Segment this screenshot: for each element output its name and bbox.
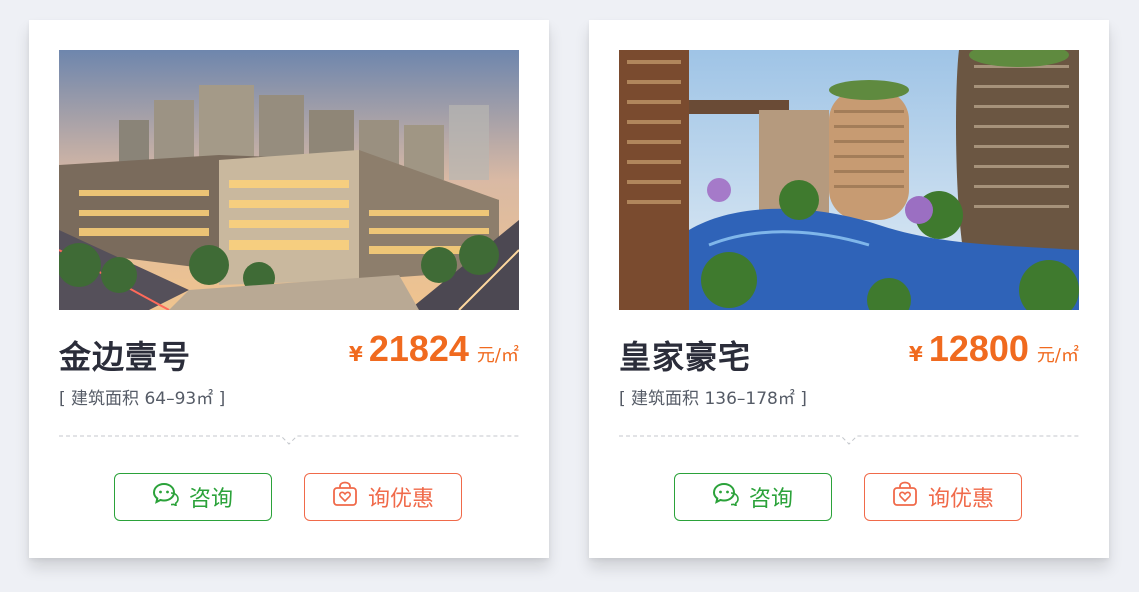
wechat-chat-icon (152, 482, 189, 512)
discount-inquiry-button[interactable]: 询优惠 (864, 473, 1022, 521)
price-unit: 元/㎡ (1036, 345, 1079, 366)
property-price: ¥21824 元/㎡ (349, 328, 519, 370)
property-price: ¥12800 元/㎡ (909, 328, 1079, 370)
consult-button[interactable]: 咨询 (114, 473, 272, 521)
dashed-divider (619, 432, 1079, 445)
discount-inquiry-button[interactable]: 询优惠 (304, 473, 462, 521)
shopping-bag-heart-icon (332, 481, 368, 513)
price-value: 12800 (928, 328, 1029, 369)
currency-symbol: ¥ (908, 342, 923, 366)
property-card: 皇家豪宅 ¥12800 元/㎡ [ 建筑面积 136–178㎡ ] 咨询 询优惠 (589, 20, 1109, 558)
consult-label: 咨询 (748, 487, 793, 512)
price-unit: 元/㎡ (476, 345, 519, 366)
property-photo[interactable] (59, 50, 519, 310)
consult-button[interactable]: 咨询 (674, 473, 832, 521)
property-photo[interactable] (619, 50, 1079, 310)
floor-area: [ 建筑面积 64–93㎡ ] (59, 389, 226, 409)
discount-label: 询优惠 (927, 487, 994, 512)
consult-label: 咨询 (188, 487, 233, 512)
dashed-divider (59, 432, 519, 445)
shopping-bag-heart-icon (892, 481, 928, 513)
property-name: 皇家豪宅 (619, 338, 752, 376)
floor-area: [ 建筑面积 136–178㎡ ] (619, 389, 807, 409)
property-name: 金边壹号 (59, 338, 192, 376)
currency-symbol: ¥ (348, 342, 363, 366)
wechat-chat-icon (712, 482, 749, 512)
property-card: 金边壹号 ¥21824 元/㎡ [ 建筑面积 64–93㎡ ] 咨询 询优惠 (29, 20, 549, 558)
discount-label: 询优惠 (367, 487, 434, 512)
price-value: 21824 (368, 328, 469, 369)
